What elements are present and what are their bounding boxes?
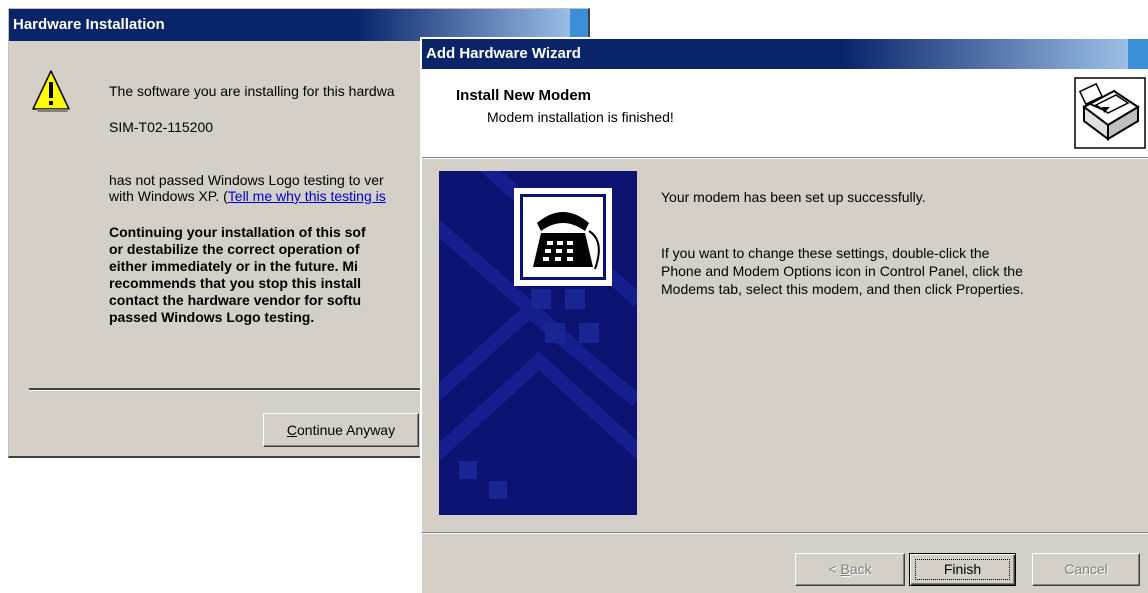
- button-label: ack: [849, 561, 872, 577]
- button-label: Cancel: [1064, 561, 1108, 577]
- add-hardware-wizard-dialog: Add Hardware Wizard Install New Modem Mo…: [420, 37, 1148, 593]
- wizard-instruction-line: Modems tab, select this modem, and then …: [661, 281, 1024, 297]
- hardware-message-line: has not passed Windows Logo testing to v…: [109, 172, 384, 188]
- warning-line: passed Windows Logo testing.: [109, 309, 315, 325]
- hardware-icon: [1074, 77, 1146, 149]
- warning-line: Continuing your installation of this sof: [109, 224, 366, 240]
- focus-rect: [915, 559, 1010, 580]
- titlebar-edge: [1128, 39, 1148, 69]
- wizard-header-subtitle: Modem installation is finished!: [487, 109, 674, 125]
- telephone-icon: [523, 197, 603, 277]
- hardware-message-line: with Windows XP. (Tell me why this testi…: [109, 188, 386, 204]
- cancel-button[interactable]: Cancel: [1032, 553, 1140, 586]
- warning-line: either immediately or in the future. Mi: [109, 258, 358, 274]
- wizard-instruction-line: Phone and Modem Options icon in Control …: [661, 263, 1023, 279]
- button-label: <: [828, 561, 841, 577]
- wizard-success-message: Your modem has been set up successfully.: [661, 189, 926, 205]
- hardware-installation-title: Hardware Installation: [13, 16, 165, 33]
- warning-line: or destabilize the correct operation of: [109, 241, 360, 257]
- divider: [422, 532, 1148, 534]
- finish-button[interactable]: Finish: [909, 553, 1016, 586]
- tell-me-why-link[interactable]: Tell me why this testing is: [228, 188, 386, 204]
- mnemonic: C: [286, 422, 298, 438]
- mnemonic: B: [840, 561, 850, 577]
- hardware-warning-text: Continuing your installation of this sof…: [109, 224, 366, 326]
- warning-icon: [32, 70, 70, 112]
- add-hardware-wizard-title: Add Hardware Wizard: [426, 45, 581, 62]
- warning-line: contact the hardware vendor for softu: [109, 292, 362, 308]
- wizard-instruction-line: If you want to change these settings, do…: [661, 245, 990, 261]
- wizard-header: Install New Modem Modem installation is …: [422, 69, 1148, 159]
- device-name: SIM-T02-115200: [109, 119, 214, 135]
- warning-line: recommends that you stop this install: [109, 275, 362, 291]
- add-hardware-wizard-titlebar[interactable]: Add Hardware Wizard: [422, 39, 1148, 69]
- continue-anyway-button[interactable]: Continue Anyway: [263, 413, 419, 447]
- hardware-message-prefix: with Windows XP. (: [109, 188, 228, 204]
- wizard-header-title: Install New Modem: [456, 87, 592, 104]
- hardware-message-line: The software you are installing for this…: [109, 83, 395, 99]
- wizard-side-graphic: [439, 171, 637, 515]
- back-button[interactable]: < Back: [795, 553, 905, 586]
- button-label: ontinue Anyway: [297, 422, 396, 438]
